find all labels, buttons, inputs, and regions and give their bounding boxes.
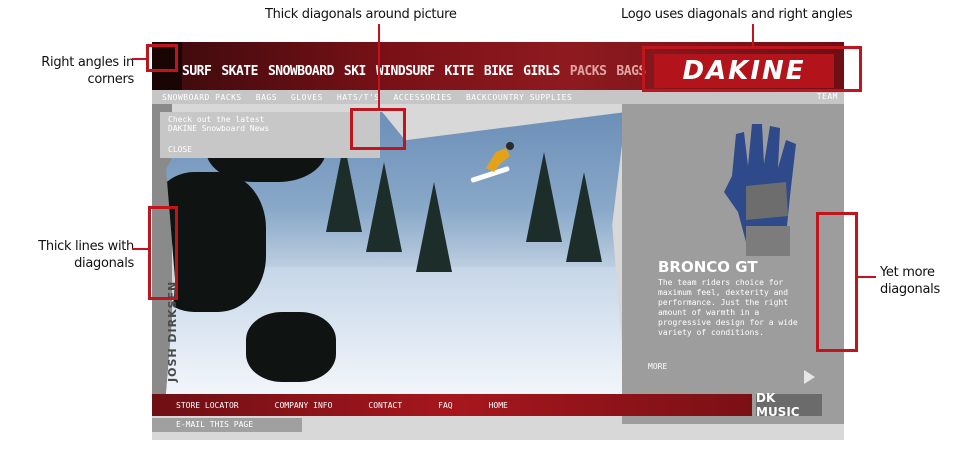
nav-bike[interactable]: BIKE (484, 64, 514, 79)
nav-girls[interactable]: GIRLS (523, 64, 560, 79)
nav-surf[interactable]: SURF (182, 64, 212, 79)
footer-company-info[interactable]: COMPANY INFO (275, 401, 333, 410)
footer-home[interactable]: HOME (489, 401, 508, 410)
callout-box-thick-lines (148, 206, 178, 300)
leader-line (132, 58, 148, 60)
subnav-gloves[interactable]: GLOVES (291, 93, 323, 102)
callout-box-more-diagonals (816, 212, 858, 352)
news-text[interactable]: Check out the latest DAKINE Snowboard Ne… (168, 115, 269, 133)
nav-snowboard[interactable]: SNOWBOARD (268, 64, 334, 79)
nav-packs[interactable]: PACKS (570, 64, 607, 79)
subnav-snowboard-packs[interactable]: SNOWBOARD PACKS (162, 93, 242, 102)
photo-tree (566, 172, 602, 262)
glove-image (724, 124, 796, 256)
photo-tree (366, 162, 402, 252)
leader-line (752, 24, 754, 46)
footer-store-locator[interactable]: STORE LOCATOR (176, 401, 239, 410)
callout-box-corner (146, 44, 178, 72)
nav-windsurf[interactable]: WINDSURF (376, 64, 435, 79)
nav-ski[interactable]: SKI (344, 64, 366, 79)
email-page-link[interactable]: E-MAIL THIS PAGE (152, 418, 302, 432)
product-more-link[interactable]: MORE (648, 362, 667, 371)
product-name: BRONCO GT (658, 258, 758, 276)
footer-contact[interactable]: CONTACT (368, 401, 402, 410)
dk-music-button[interactable]: DK MUSIC (756, 391, 822, 419)
play-icon[interactable] (804, 370, 815, 384)
subnav-backcountry[interactable]: BACKCOUNTRY SUPPLIES (466, 93, 572, 102)
leader-line (378, 24, 380, 108)
annotation-right-angles: Right angles in corners (4, 54, 134, 88)
subnav-bags[interactable]: BAGS (256, 93, 277, 102)
annotation-thick-lines-line2: diagonals (74, 256, 134, 271)
annotation-yet-more-line2: diagonals (880, 282, 940, 297)
annotation-thick-lines-line1: Thick lines with (38, 239, 134, 254)
annotation-yet-more-line1: Yet more (880, 265, 935, 280)
team-link[interactable]: TEAM (817, 92, 838, 101)
news-line1: Check out the latest (168, 115, 265, 124)
annotation-thick-diagonals: Thick diagonals around picture (265, 7, 457, 22)
foreground-branch (246, 312, 336, 382)
callout-box-diagonals (350, 108, 406, 150)
footer-nav: STORE LOCATOR COMPANY INFO CONTACT FAQ H… (152, 394, 752, 416)
main-nav: SURF SKATE SNOWBOARD SKI WINDSURF KITE B… (182, 64, 646, 79)
nav-kite[interactable]: KITE (445, 64, 475, 79)
photo-tree (526, 152, 562, 242)
sub-nav: SNOWBOARD PACKS BAGS GLOVES HATS/T'S ACC… (152, 90, 844, 104)
news-line2: DAKINE Snowboard News (168, 124, 270, 133)
dakine-website: SURF SKATE SNOWBOARD SKI WINDSURF KITE B… (152, 42, 844, 440)
footer-faq[interactable]: FAQ (438, 401, 452, 410)
photo-tree (416, 182, 452, 272)
annotation-thick-lines: Thick lines with diagonals (4, 238, 134, 272)
close-link[interactable]: CLOSE (168, 145, 192, 154)
nav-skate[interactable]: SKATE (221, 64, 258, 79)
snowboarder-image (470, 142, 514, 183)
leader-line (132, 248, 148, 250)
leader-line (858, 276, 876, 278)
subnav-accessories[interactable]: ACCESSORIES (393, 93, 451, 102)
annotation-right-angles-line2: corners (87, 72, 135, 87)
annotation-yet-more: Yet more diagonals (880, 264, 940, 298)
callout-box-logo (642, 46, 862, 92)
product-description: The team riders choice for maximum feel,… (658, 278, 798, 337)
annotation-logo: Logo uses diagonals and right angles (621, 7, 853, 22)
annotation-right-angles-line1: Right angles in (41, 55, 134, 70)
subnav-hats[interactable]: HATS/T'S (337, 93, 380, 102)
